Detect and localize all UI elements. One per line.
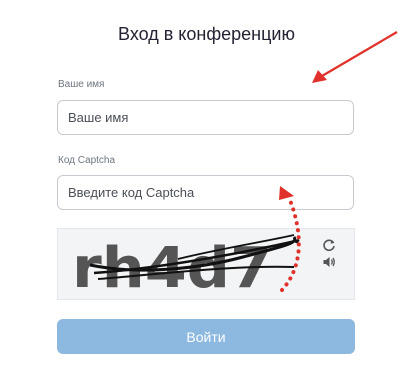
captcha-label: Код Captcha bbox=[58, 155, 116, 166]
name-label: Ваше имя bbox=[58, 79, 105, 90]
speaker-icon[interactable] bbox=[320, 253, 338, 271]
page-title: Вход в конференцию bbox=[118, 24, 295, 44]
annotation-arrow-head bbox=[312, 70, 327, 83]
captcha-image: rh4d7 bbox=[57, 228, 355, 301]
captcha-input[interactable] bbox=[57, 175, 354, 210]
name-input[interactable] bbox=[57, 100, 354, 135]
join-button[interactable]: Войти bbox=[57, 319, 355, 354]
refresh-icon[interactable] bbox=[320, 236, 338, 254]
